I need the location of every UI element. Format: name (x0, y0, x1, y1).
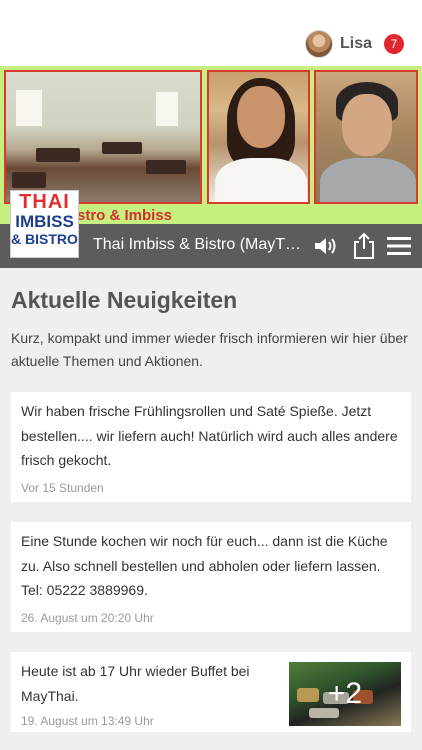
post-text: Wir haben frische Frühlingsrollen und Sa… (21, 403, 398, 468)
more-images-count: +2 (289, 662, 401, 726)
app-title: Thai Imbiss & Bistro (MayThai) (93, 236, 307, 253)
notification-badge[interactable]: 7 (384, 34, 404, 54)
staff-photo-man (314, 70, 418, 204)
post-timestamp: 26. August um 20:20 Uhr (21, 611, 154, 625)
post-timestamp: Vor 15 Stunden (21, 481, 104, 495)
post-text: Eine Stunde kochen wir noch für euch... … (21, 533, 388, 598)
user-name[interactable]: Lisa (340, 35, 372, 53)
speaker-icon[interactable] (312, 232, 340, 260)
post-text: Heute ist ab 17 Uhr wieder Buffet bei Ma… (21, 663, 250, 704)
user-menu[interactable]: Lisa 7 (304, 29, 404, 59)
restaurant-interior-photo (4, 70, 202, 204)
buffet-photo-thumbnail[interactable]: +2 (289, 662, 401, 726)
intro-text: Kurz, kompakt und immer wieder frisch in… (11, 330, 408, 369)
share-icon[interactable] (350, 232, 378, 260)
news-post[interactable]: Eine Stunde kochen wir noch für euch... … (11, 522, 411, 632)
logo-line-bistro: & BISTRO (11, 231, 78, 247)
logo-line-imbiss: IMBISS (15, 212, 74, 231)
post-timestamp: 19. August um 13:49 Uhr (21, 714, 154, 728)
top-bar: Lisa 7 (0, 0, 422, 66)
page-title: Aktuelle Neuigkeiten (11, 287, 238, 313)
logo-line-thai: THAI (19, 191, 70, 213)
staff-photo-woman (207, 70, 310, 204)
avatar[interactable] (304, 30, 333, 58)
news-post[interactable]: Heute ist ab 17 Uhr wieder Buffet bei Ma… (11, 652, 411, 732)
restaurant-logo[interactable]: THAI IMBISS & BISTRO (10, 190, 79, 258)
menu-icon[interactable] (385, 232, 413, 260)
news-post[interactable]: Wir haben frische Frühlingsrollen und Sa… (11, 392, 411, 502)
